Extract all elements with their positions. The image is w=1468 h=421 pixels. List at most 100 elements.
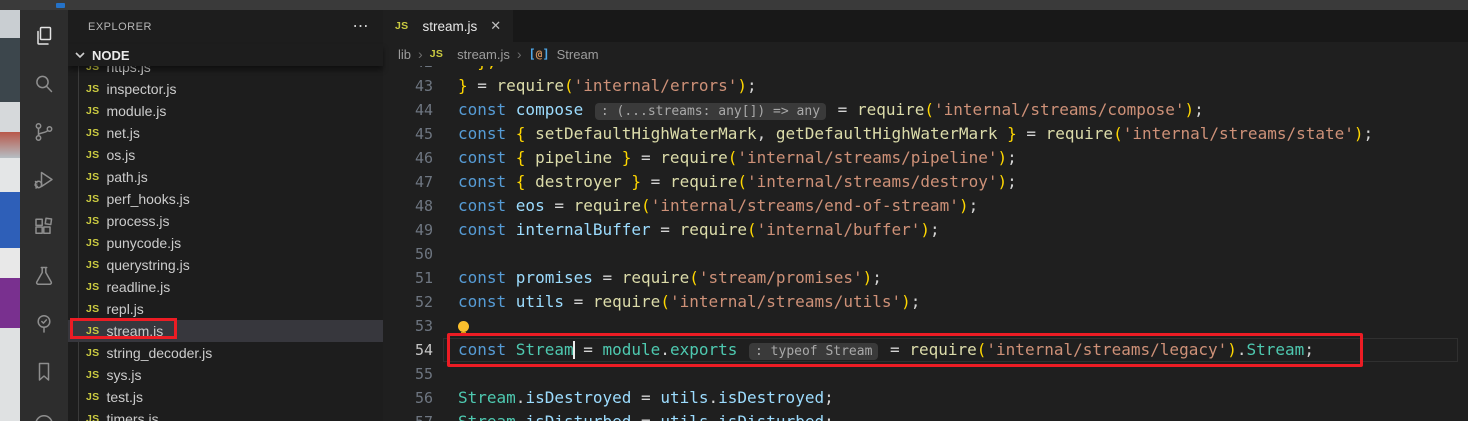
file-item-repl.js[interactable]: JSrepl.js (68, 298, 383, 320)
file-name: timers.js (106, 411, 158, 421)
file-item-module.js[interactable]: JSmodule.js (68, 100, 383, 122)
file-name: perf_hooks.js (106, 191, 189, 207)
file-item-punycode.js[interactable]: JSpunycode.js (68, 232, 383, 254)
file-item-os.js[interactable]: JSos.js (68, 144, 383, 166)
line-number[interactable]: 47 (383, 170, 433, 194)
sidebar-header: EXPLORER ⋯ (68, 16, 383, 38)
js-file-icon: JS (86, 347, 99, 359)
more-actions-icon[interactable]: ⋯ (353, 22, 370, 32)
line-text: const { destroyer } = require('internal/… (433, 170, 1017, 194)
line-number[interactable]: 43 (383, 74, 433, 98)
extensions-icon[interactable] (32, 216, 56, 240)
js-file-icon: JS (86, 193, 99, 205)
line-number[interactable]: 55 (383, 362, 433, 386)
code-area[interactable]: 42 },43} = require('internal/errors');44… (383, 66, 1468, 421)
folder-name: NODE (92, 48, 130, 63)
testing-icon[interactable] (32, 264, 56, 288)
file-item-process.js[interactable]: JSprocess.js (68, 210, 383, 232)
file-item-stream.js[interactable]: JSstream.js (68, 320, 383, 342)
folder-section-node[interactable]: NODE (68, 44, 383, 66)
file-name: net.js (106, 125, 139, 141)
line-number[interactable]: 56 (383, 386, 433, 410)
file-item-readline.js[interactable]: JS readline.js (68, 276, 383, 298)
code-line-53[interactable]: 53 (383, 314, 1468, 338)
code-line-42[interactable]: 42 }, (383, 66, 1468, 74)
file-name: repl.js (106, 301, 143, 317)
file-item-perf_hooks.js[interactable]: JS perf_hooks.js (68, 188, 383, 210)
code-line-45[interactable]: 45const { setDefaultHighWaterMark, getDe… (383, 122, 1468, 146)
line-number[interactable]: 54 (383, 338, 433, 362)
line-number[interactable]: 53 (383, 314, 433, 338)
line-number[interactable]: 42 (383, 66, 433, 74)
todo-tree-icon[interactable] (32, 312, 56, 336)
code-line-57[interactable]: 57Stream.isDisturbed = utils.isDisturbed… (383, 410, 1468, 421)
search-icon[interactable] (32, 72, 56, 96)
file-name: path.js (106, 169, 147, 185)
breadcrumb-item-file[interactable]: stream.js (457, 47, 510, 62)
file-list: JShttps.jsJSinspector.jsJSmodule.jsJSnet… (68, 56, 383, 421)
tab-stream-js[interactable]: JS stream.js ✕ (383, 10, 513, 42)
sidebar-title: EXPLORER (88, 21, 152, 33)
line-text: const Stream = module.exports : typeof S… (433, 338, 1314, 362)
file-name: process.js (106, 213, 169, 229)
line-number[interactable]: 52 (383, 290, 433, 314)
run-debug-icon[interactable] (32, 168, 56, 192)
line-text (433, 314, 469, 338)
line-text: const utils = require('internal/streams/… (433, 290, 920, 314)
file-name: os.js (106, 147, 135, 163)
code-line-52[interactable]: 52const utils = require('internal/stream… (383, 290, 1468, 314)
code-line-54[interactable]: 54const Stream = module.exports : typeof… (383, 338, 1468, 362)
code-line-43[interactable]: 43} = require('internal/errors'); (383, 74, 1468, 98)
js-file-icon: JS (86, 259, 99, 271)
line-number[interactable]: 45 (383, 122, 433, 146)
file-name: stream.js (106, 323, 163, 339)
title-bar (0, 0, 1468, 10)
file-item-timers.js[interactable]: JStimers.js (68, 408, 383, 421)
explorer-icon[interactable] (32, 24, 56, 48)
line-number[interactable]: 51 (383, 266, 433, 290)
chevron-right-icon: › (418, 46, 423, 62)
tab-label: stream.js (422, 19, 477, 34)
file-item-inspector.js[interactable]: JSinspector.js (68, 78, 383, 100)
file-item-string_decoder.js[interactable]: JSstring_decoder.js (68, 342, 383, 364)
close-icon[interactable]: ✕ (490, 18, 501, 34)
code-line-44[interactable]: 44const compose : (...streams: any[]) =>… (383, 98, 1468, 122)
js-file-icon: JS (86, 281, 99, 293)
file-item-path.js[interactable]: JSpath.js (68, 166, 383, 188)
partial-circle-icon[interactable] (32, 408, 56, 421)
code-line-56[interactable]: 56Stream.isDestroyed = utils.isDestroyed… (383, 386, 1468, 410)
line-number[interactable]: 57 (383, 410, 433, 421)
file-item-test.js[interactable]: JStest.js (68, 386, 383, 408)
file-item-sys.js[interactable]: JSsys.js (68, 364, 383, 386)
breadcrumb-item-symbol[interactable]: Stream (557, 47, 599, 62)
file-item-net.js[interactable]: JSnet.js (68, 122, 383, 144)
code-line-48[interactable]: 48const eos = require('internal/streams/… (383, 194, 1468, 218)
code-line-46[interactable]: 46const { pipeline } = require('internal… (383, 146, 1468, 170)
code-line-47[interactable]: 47const { destroyer } = require('interna… (383, 170, 1468, 194)
bookmarks-icon[interactable] (32, 360, 56, 384)
titlebar-icon-fragment (56, 3, 65, 8)
code-line-55[interactable]: 55 (383, 362, 1468, 386)
source-control-icon[interactable] (32, 120, 56, 144)
inlay-hint: : (...streams: any[]) => any (595, 103, 826, 120)
line-number[interactable]: 46 (383, 146, 433, 170)
file-item-querystring.js[interactable]: JSquerystring.js (68, 254, 383, 276)
line-number[interactable]: 49 (383, 218, 433, 242)
breadcrumb-item-lib[interactable]: lib (398, 47, 411, 62)
chevron-right-icon: › (517, 46, 522, 62)
lightbulb-icon[interactable] (458, 321, 469, 332)
file-name: test.js (106, 389, 143, 405)
code-line-51[interactable]: 51const promises = require('stream/promi… (383, 266, 1468, 290)
js-file-icon: JS (86, 237, 99, 249)
line-number[interactable]: 48 (383, 194, 433, 218)
breadcrumb: lib › JS stream.js › [@] Stream (383, 42, 1468, 66)
file-name: sys.js (106, 367, 141, 383)
line-number[interactable]: 50 (383, 242, 433, 266)
text-cursor (573, 341, 575, 359)
code-line-50[interactable]: 50 (383, 242, 1468, 266)
code-line-49[interactable]: 49const internalBuffer = require('intern… (383, 218, 1468, 242)
inlay-hint: : typeof Stream (749, 343, 878, 360)
line-number[interactable]: 44 (383, 98, 433, 122)
file-name: readline.js (106, 279, 170, 295)
line-text (433, 242, 458, 266)
